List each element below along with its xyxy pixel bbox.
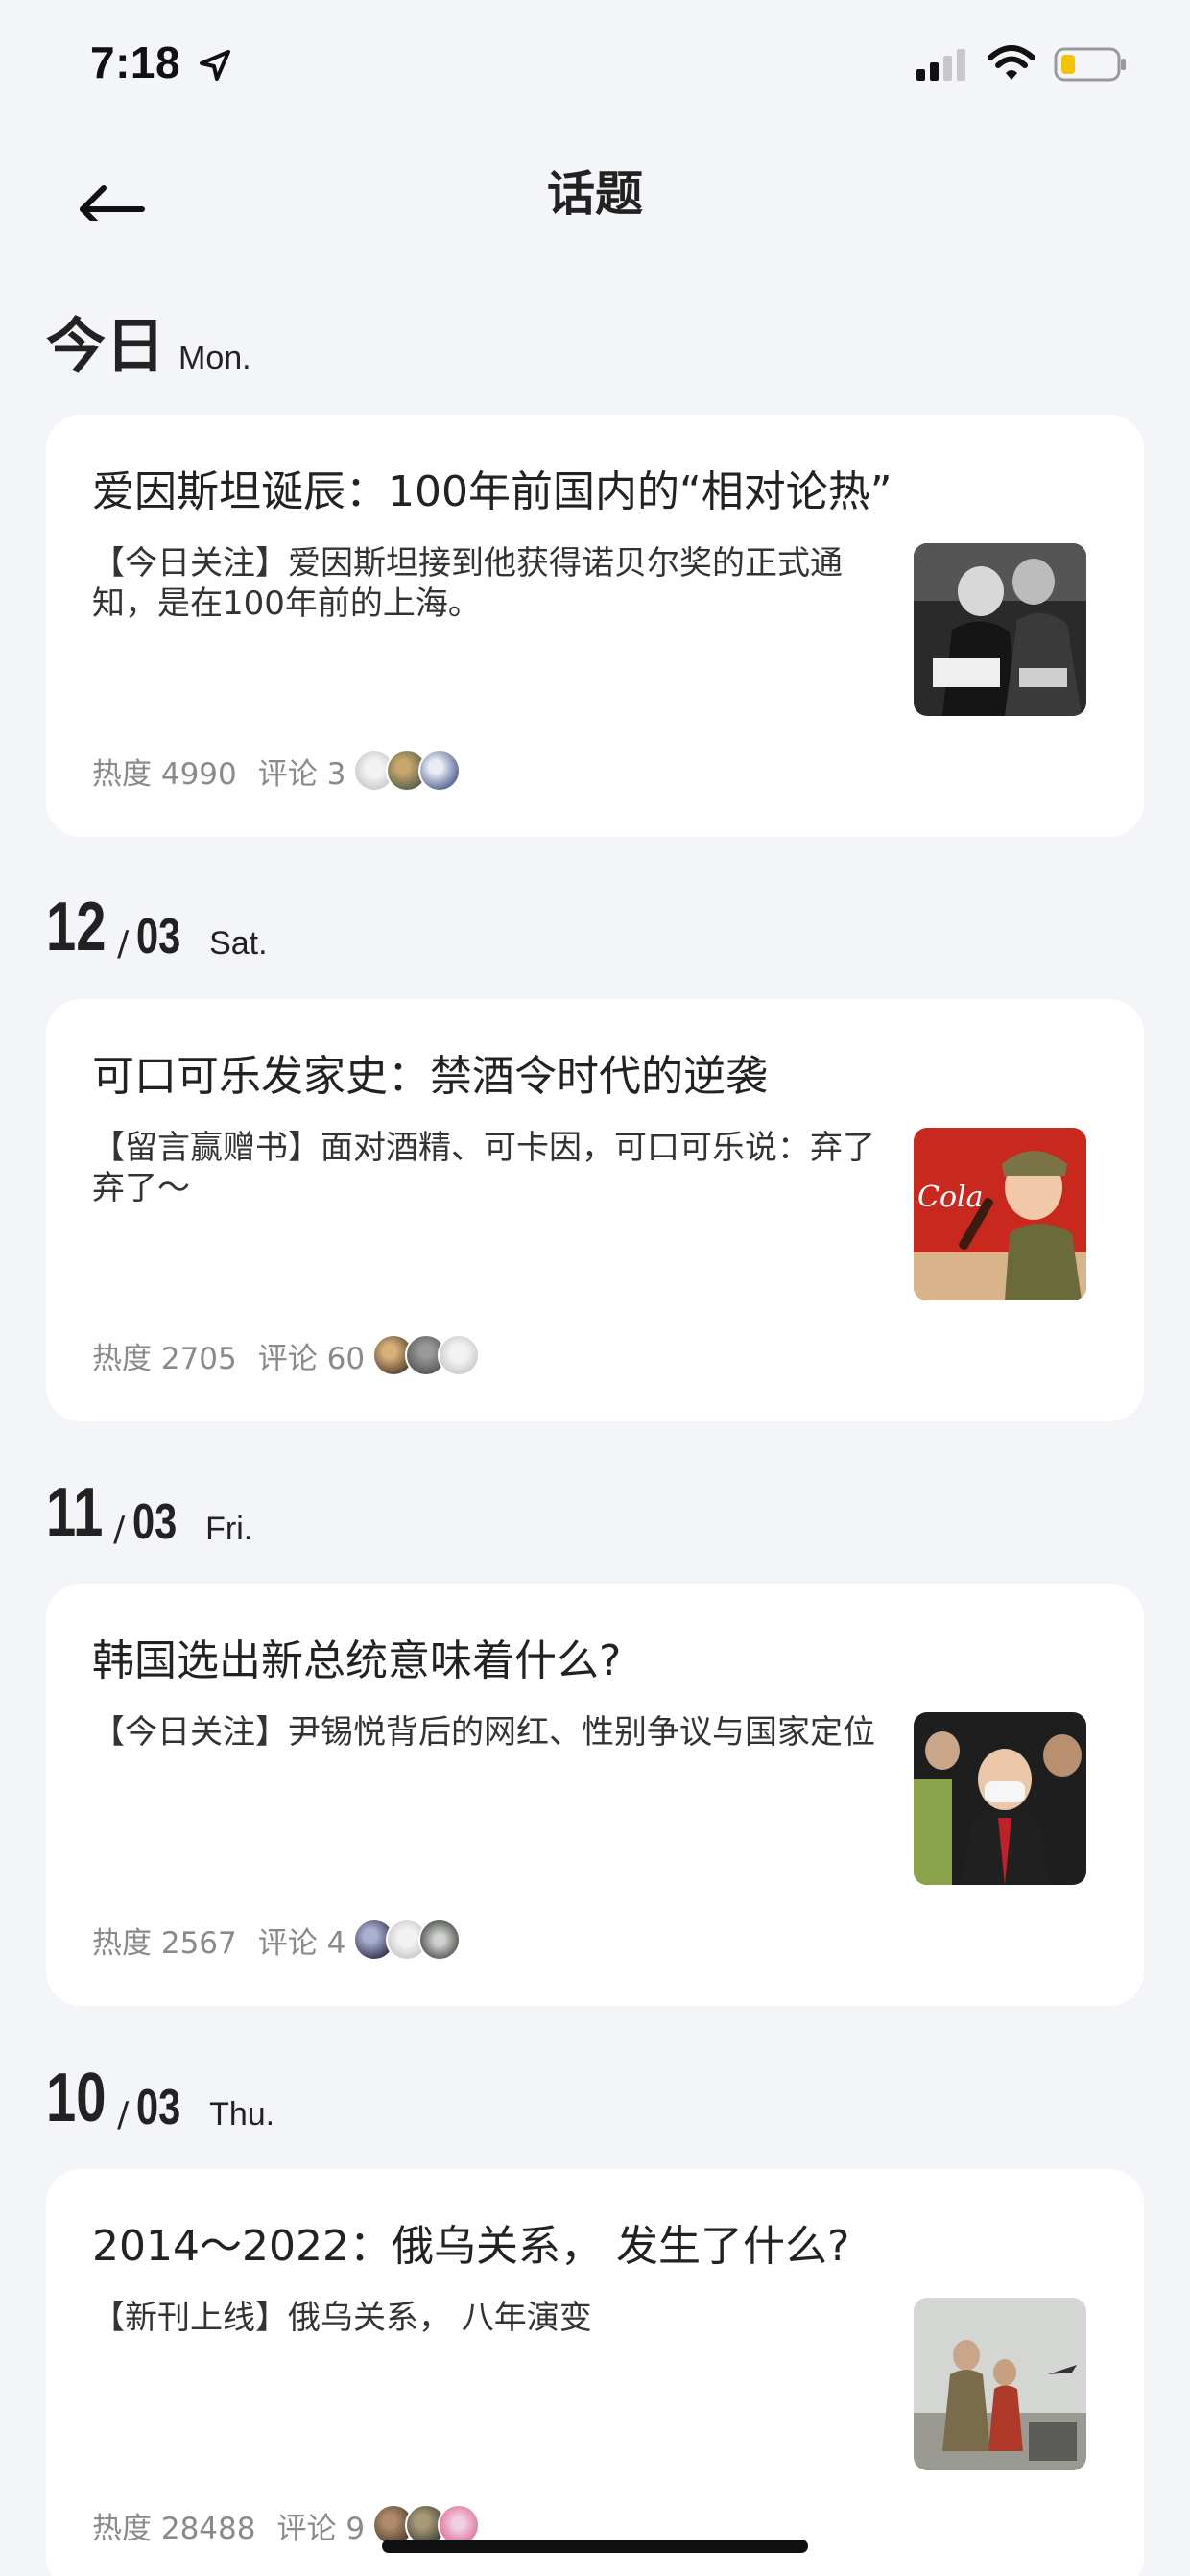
topic-thumbnail: [914, 543, 1086, 716]
home-indicator[interactable]: [382, 2540, 808, 2553]
heat-count: 热度 2705: [92, 1341, 237, 1376]
status-bar: 7:18: [0, 0, 1190, 125]
commenter-avatars: [372, 1334, 481, 1376]
topic-title: 可口可乐发家史：禁酒令时代的逆袭: [92, 1052, 768, 1101]
svg-text:Cola: Cola: [917, 1181, 984, 1214]
date-day: 今日: [46, 311, 166, 381]
date-weekday: Fri.: [205, 1511, 253, 1547]
page-title: 话题: [547, 166, 643, 222]
date-slash: /: [113, 1510, 126, 1549]
status-time: 7:18: [90, 37, 181, 87]
heat-count: 热度 2567: [92, 1925, 237, 1961]
date-slash: /: [117, 924, 130, 964]
location-arrow-icon: [200, 50, 230, 81]
commenter-avatars: [353, 750, 462, 792]
topic-meta: 热度 2705 评论 60: [92, 1331, 481, 1379]
battery-low-icon: [1054, 47, 1126, 82]
topic-card[interactable]: 韩国选出新总统意味着什么? 【今日关注】尹锡悦背后的网红、性别争议与国家定位 热…: [46, 1584, 1144, 2006]
topic-description: 【今日关注】爱因斯坦接到他获得诺贝尔奖的正式通知，是在100年前的上海。: [92, 544, 843, 623]
commenter-avatars: [353, 1919, 462, 1961]
topic-thumbnail: Cola: [914, 1128, 1086, 1300]
nav-header: 话题: [0, 144, 1190, 240]
date-month: 03: [132, 1494, 178, 1550]
date-heading-today: 今日 Mon.: [46, 317, 251, 376]
topic-meta: 热度 4990 评论 3: [92, 747, 462, 795]
wifi-icon: [988, 45, 1035, 80]
date-heading: 12 / 03 Sat.: [46, 893, 268, 962]
avatar: [418, 1919, 462, 1961]
date-weekday: Sat.: [209, 925, 268, 962]
topic-thumbnail: [914, 2298, 1086, 2470]
topics-screen: 7:18 话题 今日 Mon. 爱因斯坦诞辰：100年前国内的“相对论热” 【今…: [0, 0, 1190, 2576]
heat-count: 热度 28488: [92, 2511, 256, 2546]
date-weekday: Thu.: [209, 2096, 275, 2133]
date-month: 03: [136, 2080, 181, 2135]
topic-card[interactable]: 爱因斯坦诞辰：100年前国内的“相对论热” 【今日关注】爱因斯坦接到他获得诺贝尔…: [46, 415, 1144, 837]
avatar: [438, 1334, 481, 1376]
date-day: 12: [46, 889, 107, 966]
comment-count: 评论 60: [257, 1341, 366, 1376]
topic-title: 韩国选出新总统意味着什么?: [92, 1636, 622, 1685]
topic-card[interactable]: 2014～2022：俄乌关系， 发生了什么? 【新刊上线】俄乌关系， 八年演变 …: [46, 2169, 1144, 2576]
avatar: [418, 750, 462, 792]
topic-description: 【留言赢赠书】面对酒精、可卡因，可口可乐说：弃了弃了～: [92, 1129, 875, 1207]
topic-description: 【新刊上线】俄乌关系， 八年演变: [92, 2299, 592, 2337]
date-weekday: Mon.: [178, 340, 251, 376]
date-slash: /: [117, 2095, 130, 2135]
topic-title: 爱因斯坦诞辰：100年前国内的“相对论热”: [92, 467, 892, 516]
topic-title: 2014～2022：俄乌关系， 发生了什么?: [92, 2222, 850, 2271]
date-day: 10: [46, 2060, 107, 2136]
topic-card[interactable]: 可口可乐发家史：禁酒令时代的逆袭 【留言赢赠书】面对酒精、可卡因，可口可乐说：弃…: [46, 999, 1144, 1421]
heat-count: 热度 4990: [92, 756, 237, 792]
date-day: 11: [46, 1474, 104, 1551]
comment-count: 评论 9: [276, 2511, 366, 2546]
topic-meta: 热度 2567 评论 4: [92, 1916, 462, 1964]
date-month: 03: [136, 909, 181, 965]
topic-description: 【今日关注】尹锡悦背后的网红、性别争议与国家定位: [92, 1713, 875, 1752]
date-heading: 11 / 03 Fri.: [46, 1478, 252, 1547]
comment-count: 评论 3: [257, 756, 346, 792]
date-heading: 10 / 03 Thu.: [46, 2063, 274, 2133]
topic-thumbnail: [914, 1712, 1086, 1885]
comment-count: 评论 4: [257, 1925, 346, 1961]
cellular-signal-icon: [916, 49, 965, 81]
